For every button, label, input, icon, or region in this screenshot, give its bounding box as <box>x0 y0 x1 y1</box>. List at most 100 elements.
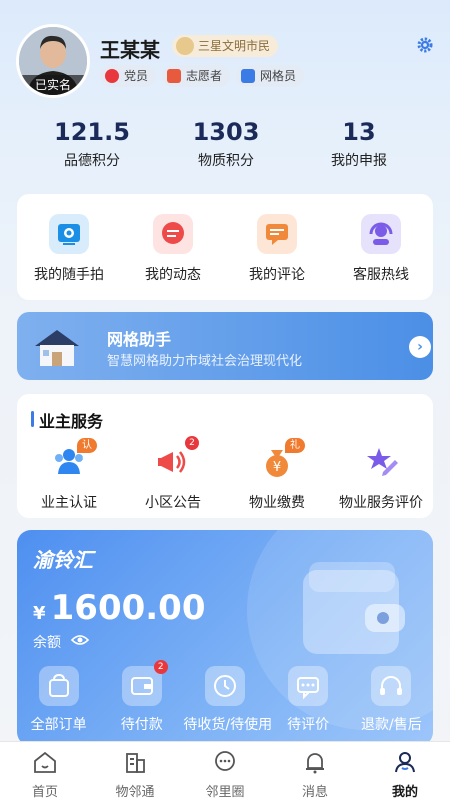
quick-service-hotline[interactable]: 客服热线 <box>329 214 433 284</box>
gift-badge: 礼包 <box>285 438 305 466</box>
service-label: 物业服务评价 <box>339 495 423 511</box>
order-pending-review[interactable]: 待评价 <box>267 666 350 734</box>
assistant-title: 网格助手 <box>107 330 172 349</box>
tag-grid-member: 网格员 <box>236 65 305 87</box>
medal-icon <box>176 37 194 55</box>
chevron-right-icon[interactable]: › <box>409 336 431 358</box>
stat-moral-points[interactable]: 121.5 品德积分 <box>32 118 152 170</box>
verified-label: 已实名 <box>19 75 87 95</box>
stat-value: 13 <box>342 118 376 146</box>
order-refund[interactable]: 退款/售后 <box>350 666 433 734</box>
building-icon <box>126 753 145 773</box>
users-icon: 认证 <box>49 438 97 482</box>
stat-value: 1303 <box>192 118 260 146</box>
house-icon <box>35 330 79 366</box>
order-pending-receipt[interactable]: 待收货/待使用 <box>183 666 273 734</box>
wallet-brand: 渝铃汇 <box>33 548 93 572</box>
tab-label: 物邻通 <box>115 785 155 800</box>
order-pending-payment[interactable]: 2 待付款 <box>100 660 183 734</box>
service-property-payment[interactable]: ¥ 礼包 物业缴费 <box>225 438 329 512</box>
volunteer-icon <box>167 69 182 83</box>
tag-label: 党员 <box>124 69 149 83</box>
stat-label: 品德积分 <box>64 153 120 169</box>
order-label: 待付款 <box>120 717 163 733</box>
service-property-rating[interactable]: 物业服务评价 <box>329 442 433 512</box>
title-badge: 三星文明市民 <box>172 35 279 57</box>
stat-material-points[interactable]: 1303 物质积分 <box>166 118 286 170</box>
grid-assistant-banner[interactable]: 网格助手 智慧网格助力市域社会治理现代化 › <box>17 312 433 380</box>
title-badge-label: 三星文明市民 <box>198 39 271 53</box>
role-tags: 党员 志愿者 网格员 <box>100 65 305 87</box>
notice-count-badge: 2 <box>185 436 199 450</box>
stat-label: 我的申报 <box>331 153 387 169</box>
currency-symbol: ¥ <box>33 603 46 624</box>
quick-label: 我的评论 <box>249 267 305 283</box>
avatar[interactable]: 已实名 <box>16 24 90 98</box>
certify-badge: 认证 <box>77 438 97 466</box>
quick-label: 我的随手拍 <box>34 267 104 283</box>
tab-label: 我的 <box>391 785 418 800</box>
order-label: 退款/售后 <box>360 717 422 733</box>
headset-icon <box>361 214 401 254</box>
quick-actions-card: 我的随手拍 我的动态 我的评论 客服热线 <box>17 194 433 300</box>
quick-label: 我的动态 <box>145 267 201 283</box>
service-owner-verification[interactable]: 认证 业主认证 <box>17 438 121 512</box>
chat-bubble-icon <box>215 751 235 771</box>
bell-icon <box>306 753 324 774</box>
bag-icon <box>38 666 79 706</box>
quick-my-comments[interactable]: 我的评论 <box>225 214 329 284</box>
tag-volunteer: 志愿者 <box>162 65 231 87</box>
stat-my-declarations[interactable]: 13 我的申报 <box>299 118 419 170</box>
service-label: 业主认证 <box>41 495 97 511</box>
assistant-subtitle: 智慧网格助力市域社会治理现代化 <box>107 354 303 369</box>
wallet-card: 渝铃汇 ¥ 1600.00 余额 全部订单 2 待付款 待收货/待使用 待评价 … <box>17 530 433 746</box>
tab-label: 邻里圈 <box>205 785 245 800</box>
order-all[interactable]: 全部订单 <box>17 666 100 734</box>
owner-services-card: 业主服务 认证 业主认证 2 小区公告 ¥ 礼包 物业缴费 物业服务评价 <box>17 394 433 518</box>
service-label: 物业缴费 <box>249 495 305 511</box>
owner-services-heading: 业主服务 <box>31 408 103 432</box>
tab-label: 首页 <box>31 785 58 800</box>
wallet-illustration-icon <box>303 562 405 654</box>
wallet-icon: 2 <box>121 660 168 706</box>
person-icon <box>395 752 415 773</box>
stat-label: 物质积分 <box>198 153 254 169</box>
order-shortcuts: 全部订单 2 待付款 待收货/待使用 待评价 退款/售后 <box>17 660 433 734</box>
tab-mine[interactable]: 我的 <box>360 742 450 800</box>
party-icon <box>105 69 119 83</box>
tab-messages[interactable]: 消息 <box>270 742 360 800</box>
order-label: 待评价 <box>287 717 330 733</box>
service-community-notice[interactable]: 2 小区公告 <box>121 436 225 512</box>
clock-icon <box>204 666 245 706</box>
gear-icon[interactable] <box>416 36 434 54</box>
order-label: 全部订单 <box>30 717 87 733</box>
camera-icon <box>49 214 89 254</box>
tab-home[interactable]: 首页 <box>0 742 90 800</box>
headphone-icon <box>371 666 412 706</box>
tag-party: 党员 <box>100 65 157 87</box>
pen-star-icon <box>361 442 401 482</box>
profile-header: 已实名 王某某 三星文明市民 党员 志愿者 网格员 121.5 品德积分 130… <box>0 0 450 190</box>
message-icon <box>153 214 193 254</box>
balance-amount: 1600.00 <box>50 588 206 628</box>
tab-label: 消息 <box>301 785 328 800</box>
money-bag-icon: ¥ 礼包 <box>257 438 305 482</box>
quick-my-posts[interactable]: 我的动态 <box>121 214 225 284</box>
stat-value: 121.5 <box>54 118 130 146</box>
service-label: 小区公告 <box>145 495 201 511</box>
home-icon <box>34 751 56 773</box>
user-name: 王某某 <box>100 38 160 62</box>
tab-neighbor-service[interactable]: 物邻通 <box>90 742 180 800</box>
tag-label: 志愿者 <box>186 69 223 83</box>
megaphone-icon: 2 <box>153 436 199 482</box>
tag-label: 网格员 <box>260 69 297 83</box>
grid-member-icon <box>241 69 256 83</box>
tab-neighborhood-circle[interactable]: 邻里圈 <box>180 742 270 800</box>
quick-label: 客服热线 <box>353 267 409 283</box>
chat-icon <box>288 666 329 706</box>
svg-text:¥: ¥ <box>273 460 281 475</box>
quick-my-snapshots[interactable]: 我的随手拍 <box>17 214 121 284</box>
wallet-amount: ¥ 1600.00 <box>33 588 205 628</box>
eye-icon[interactable] <box>71 633 89 647</box>
order-label: 待收货/待使用 <box>183 717 273 733</box>
